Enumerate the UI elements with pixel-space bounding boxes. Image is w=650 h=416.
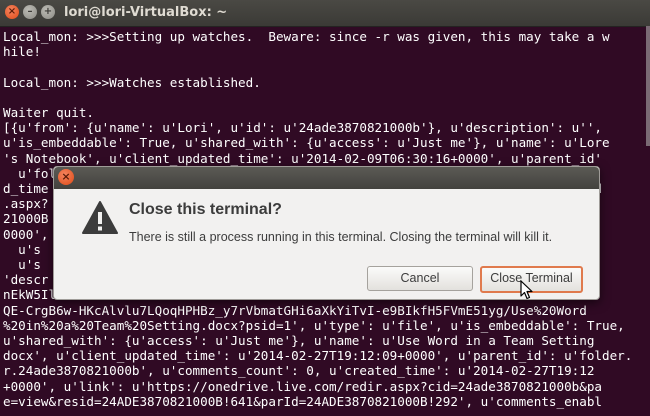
- window-close-button[interactable]: ×: [5, 5, 19, 19]
- terminal-line: +0000', u'link': u'https://onedrive.live…: [3, 378, 602, 394]
- window-minimize-button[interactable]: –: [23, 5, 37, 19]
- terminal-line: 's Notebook', u'client_updated_time': u'…: [3, 150, 602, 166]
- dialog-titlebar: [54, 167, 599, 189]
- terminal-line: Local_mon: >>>Watches established.: [3, 74, 261, 90]
- terminal-line: r.24ade3870821000b', u'comments_count': …: [3, 363, 595, 379]
- terminal-line: hile!: [3, 44, 41, 60]
- terminal-line: u'shared_with': {u'access': u'Just me'},…: [3, 333, 595, 348]
- close-terminal-dialog: Close this terminal? There is still a pr…: [53, 166, 600, 300]
- cancel-button[interactable]: Cancel: [367, 266, 473, 291]
- dialog-title: Close this terminal?: [129, 201, 282, 218]
- terminal-line: [{u'from': {u'name': u'Lori', u'id': u'2…: [3, 120, 602, 136]
- warning-icon: [82, 201, 118, 234]
- window-maximize-button[interactable]: +: [41, 5, 55, 19]
- terminal-line: e=view&resid=24ADE3870821000B!641&parId=…: [3, 393, 602, 409]
- terminal-line: QE-CrgB6w-HKcAlvlu7LQoqHPHBz_y7rVbmatGHi…: [3, 302, 587, 318]
- mouse-pointer-icon: [520, 280, 533, 300]
- dialog-close-icon[interactable]: ×: [58, 169, 74, 185]
- window-title: lori@lori-VirtualBox: ~: [64, 5, 228, 20]
- terminal-line: Waiter quit.: [3, 105, 94, 120]
- terminal-scrollbar[interactable]: [646, 26, 650, 146]
- dialog-message: There is still a process running in this…: [129, 230, 553, 244]
- terminal-line: u'is_embeddable': True, u'shared_with': …: [3, 135, 610, 151]
- terminal-line: %20in%20a%20Team%20Setting.docx?psid=1',…: [3, 317, 625, 333]
- window-titlebar: × – + lori@lori-VirtualBox: ~: [0, 0, 650, 27]
- terminal-line: Local_mon: >>>Setting up watches. Beware…: [3, 29, 610, 44]
- terminal-line: docx', u'client_updated_time': u'2014-02…: [3, 348, 633, 364]
